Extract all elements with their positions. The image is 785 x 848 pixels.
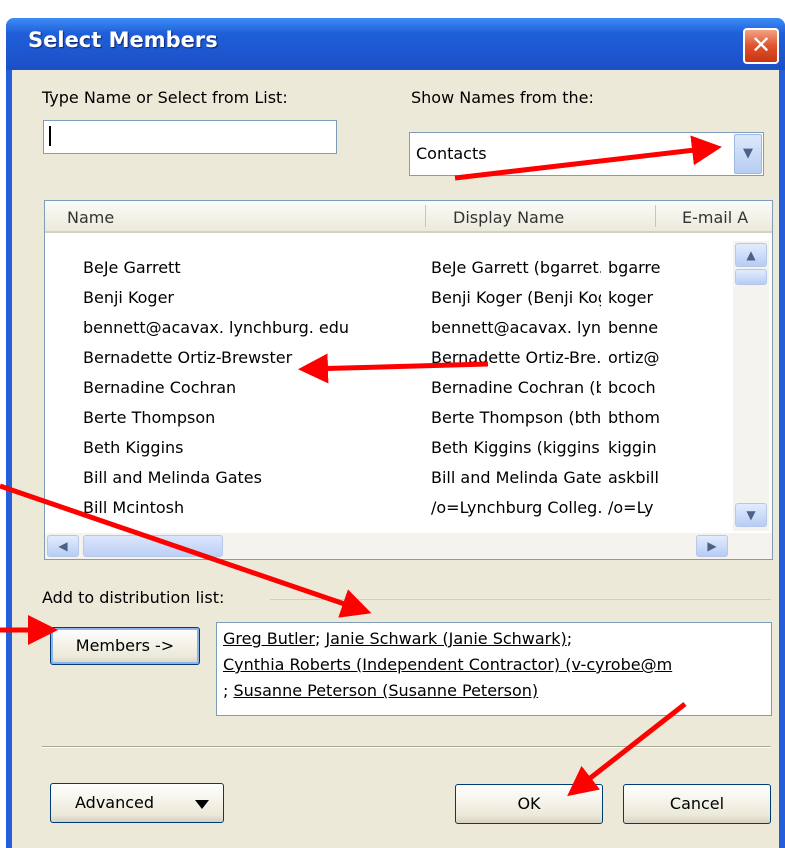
- list-row[interactable]: bennett@acavax. lynchburg. edu bennett@a…: [45, 313, 733, 343]
- title-bar[interactable]: Select Members ✕: [6, 18, 785, 70]
- members-field[interactable]: Greg Butler; Janie Schwark (Janie Schwar…: [216, 622, 772, 716]
- list-row[interactable]: Bernadette Ortiz-Brewster Bernadette Ort…: [45, 343, 733, 373]
- row-email: bthom: [608, 408, 660, 427]
- row-email: bcoch: [608, 378, 656, 397]
- horizontal-scrollbar[interactable]: ◀ ▶: [45, 533, 772, 559]
- list-row[interactable]: Bill Mcintosh /o=Lynchburg Colleg… /o=Ly: [45, 493, 733, 523]
- cancel-button[interactable]: Cancel: [623, 784, 771, 824]
- list-row[interactable]: Bill and Melinda Gates Bill and Melinda …: [45, 463, 733, 493]
- row-display-name: Bernadette Ortiz-Bre…: [431, 348, 601, 367]
- member-entry[interactable]: Cynthia Roberts (Independent Contractor)…: [223, 655, 672, 674]
- button-separator: [42, 746, 771, 748]
- row-name: Berte Thompson: [83, 408, 216, 427]
- address-book-dropdown[interactable]: Contacts ▼: [409, 132, 764, 176]
- member-entry[interactable]: Greg Butler: [223, 629, 315, 648]
- members-button[interactable]: Members ->: [50, 627, 200, 665]
- horizontal-scroll-thumb[interactable]: [83, 535, 223, 557]
- row-email: /o=Ly: [608, 498, 654, 517]
- column-divider[interactable]: [655, 205, 656, 227]
- member-entry[interactable]: Janie Schwark (Janie Schwark): [325, 629, 566, 648]
- row-display-name: Bill and Melinda Gates…: [431, 468, 601, 487]
- row-display-name: Berte Thompson (bth…: [431, 408, 601, 427]
- contacts-list[interactable]: Name Display Name E-mail A BeJe Garrett …: [44, 200, 773, 560]
- search-input[interactable]: [43, 120, 337, 154]
- list-row[interactable]: BeJe Garrett BeJe Garrett (bgarret… bgar…: [45, 253, 733, 283]
- address-book-selected: Contacts: [416, 144, 487, 163]
- chevron-down-icon[interactable]: ▼: [734, 134, 762, 174]
- row-display-name: bennett@acavax. lyn…: [431, 318, 601, 337]
- column-divider[interactable]: [425, 205, 426, 227]
- row-display-name: Benji Koger (Benji Kog…: [431, 288, 601, 307]
- row-display-name: Bernadine Cochran (b…: [431, 378, 601, 397]
- scroll-up-icon[interactable]: ▲: [735, 243, 767, 267]
- row-email: kiggin: [608, 438, 657, 457]
- scroll-right-icon[interactable]: ▶: [696, 535, 728, 557]
- dialog-title: Select Members: [28, 28, 218, 52]
- member-entry[interactable]: Susanne Peterson (Susanne Peterson): [233, 681, 538, 700]
- row-email: ortiz@: [608, 348, 660, 367]
- row-email: benne: [608, 318, 659, 337]
- select-members-window: Select Members ✕ Type Name or Select fro…: [6, 18, 785, 848]
- scroll-left-icon[interactable]: ◀: [47, 535, 79, 557]
- column-header-display-name[interactable]: Display Name: [453, 208, 564, 227]
- scroll-down-icon[interactable]: ▼: [735, 503, 767, 527]
- row-name: Bill and Melinda Gates: [83, 468, 262, 487]
- row-name: bennett@acavax. lynchburg. edu: [83, 318, 350, 337]
- row-email: askbill: [608, 468, 659, 487]
- list-row[interactable]: Benji Koger Benji Koger (Benji Kog… koge…: [45, 283, 733, 313]
- row-email: koger: [608, 288, 654, 307]
- vertical-scroll-thumb[interactable]: [735, 269, 767, 285]
- vertical-scrollbar[interactable]: ▲ ▼: [733, 241, 769, 531]
- text-caret: [49, 126, 51, 146]
- address-book-label: Show Names from the:: [411, 88, 594, 107]
- column-header-name[interactable]: Name: [67, 208, 114, 227]
- search-label: Type Name or Select from List:: [42, 88, 288, 107]
- members-line-2: Cynthia Roberts (Independent Contractor)…: [223, 652, 765, 678]
- list-row[interactable]: Beth Kiggins Beth Kiggins (kiggins… kigg…: [45, 433, 733, 463]
- advanced-label: Advanced: [75, 793, 155, 812]
- row-email: bgarre: [608, 258, 661, 277]
- dialog-body: Type Name or Select from List: Show Name…: [12, 70, 779, 848]
- distribution-label: Add to distribution list:: [42, 588, 225, 607]
- list-header: Name Display Name E-mail A: [45, 201, 772, 233]
- row-display-name: Beth Kiggins (kiggins…: [431, 438, 601, 457]
- advanced-button[interactable]: Advanced: [50, 783, 224, 823]
- row-name: Bill Mcintosh: [83, 498, 185, 517]
- list-row[interactable]: Berte Thompson Berte Thompson (bth… btho…: [45, 403, 733, 433]
- members-line-1: Greg Butler; Janie Schwark (Janie Schwar…: [223, 629, 573, 648]
- row-name: Bernadette Ortiz-Brewster: [83, 348, 293, 367]
- list-row[interactable]: Bernadine Cochran Bernadine Cochran (b… …: [45, 373, 733, 403]
- row-name: Benji Koger: [83, 288, 174, 307]
- row-name: Beth Kiggins: [83, 438, 184, 457]
- dropdown-arrow-icon: [195, 800, 209, 809]
- row-name: Bernadine Cochran: [83, 378, 237, 397]
- members-line-3: ; Susanne Peterson (Susanne Peterson): [223, 681, 539, 700]
- row-display-name: /o=Lynchburg Colleg…: [431, 498, 601, 517]
- group-divider: [270, 599, 771, 600]
- column-header-email[interactable]: E-mail A: [682, 208, 748, 227]
- row-display-name: BeJe Garrett (bgarret…: [431, 258, 601, 277]
- ok-button[interactable]: OK: [455, 784, 603, 824]
- close-button[interactable]: ✕: [743, 28, 779, 64]
- row-name: BeJe Garrett: [83, 258, 181, 277]
